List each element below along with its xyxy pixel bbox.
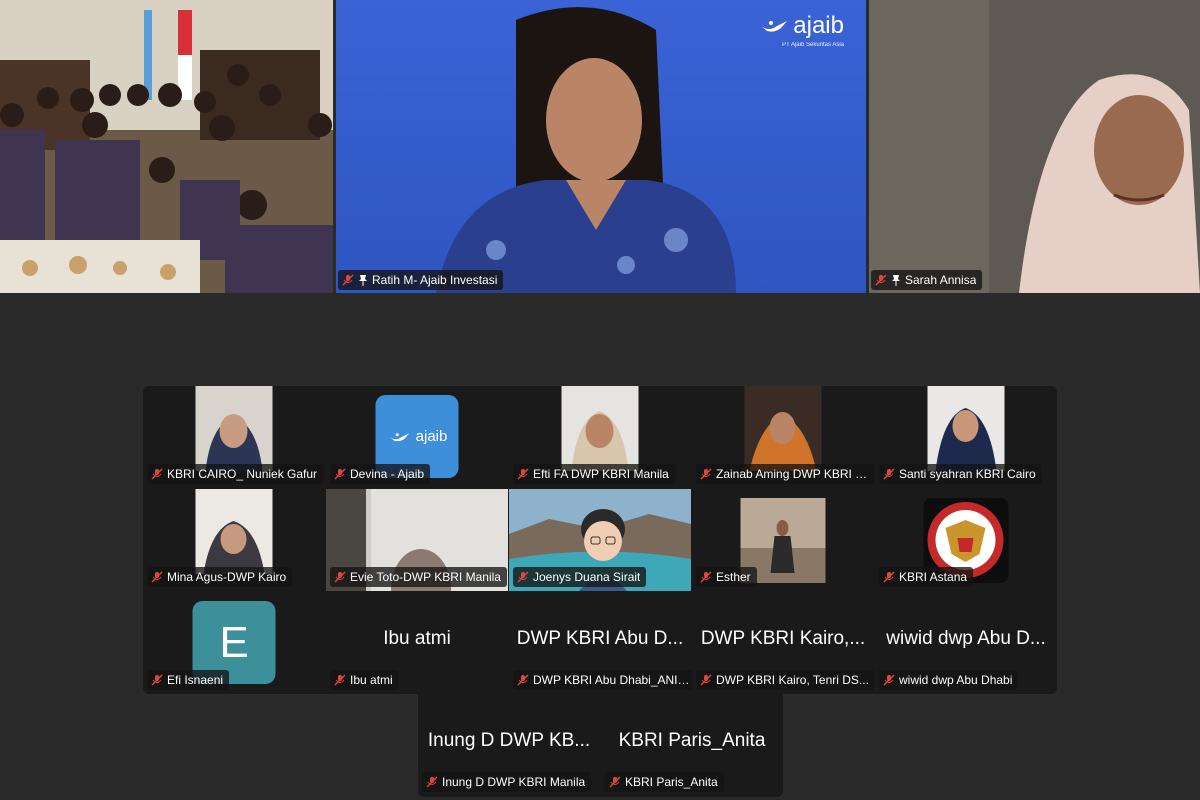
lamp-icon <box>389 432 410 441</box>
participant-name-label: DWP KBRI Abu Dhabi_ANIT... <box>513 670 691 690</box>
mic-muted-icon <box>700 468 712 480</box>
mic-muted-icon <box>151 571 163 583</box>
mic-muted-icon <box>517 571 529 583</box>
participant-name-label: wiwid dwp Abu Dhabi <box>879 670 1019 690</box>
participant-gallery: KBRI CAIRO_ Nuniek Gafur ajaib Devina - … <box>143 386 1057 694</box>
participant-tile[interactable]: DWP KBRI Abu D... DWP KBRI Abu Dhabi_ANI… <box>509 592 691 694</box>
participant-display-name: Ibu atmi <box>383 628 451 649</box>
mic-muted-icon <box>883 674 895 686</box>
participant-tile[interactable]: Evie Toto-DWP KBRI Manila <box>326 489 508 591</box>
mic-muted-icon <box>334 674 346 686</box>
participant-video-thumb <box>744 386 822 471</box>
ajaib-brand-logo: ajaib PT Ajaib Sekuritas Asia <box>759 12 844 48</box>
participant-name-label: DWP KBRI Kairo, Tenri DS... <box>696 670 874 690</box>
participant-name-label: KBRI Astana <box>879 567 974 587</box>
brand-name-text: ajaib <box>793 12 844 39</box>
mic-muted-icon <box>883 571 895 583</box>
participant-name-label: Inung D DWP KBRI Manila <box>422 772 592 792</box>
mic-muted-icon <box>151 468 163 480</box>
participant-display-name: Inung D DWP KB... <box>427 730 591 751</box>
participant-tile[interactable]: Joenys Duana Sirait <box>509 489 691 591</box>
participant-video-thumb <box>195 489 273 574</box>
participant-name-label: Evie Toto-DWP KBRI Manila <box>330 567 507 587</box>
mic-muted-icon <box>334 468 346 480</box>
participant-name-label: Mina Agus-DWP Kairo <box>147 567 293 587</box>
lamp-icon <box>761 21 788 32</box>
participant-name-label: Joenys Duana Sirait <box>513 567 647 587</box>
group-video-feed <box>0 0 333 293</box>
participant-display-name: DWP KBRI Abu D... <box>516 628 684 649</box>
participant-tile[interactable]: wiwid dwp Abu D... wiwid dwp Abu Dhabi <box>875 592 1057 694</box>
mic-muted-icon <box>609 776 621 788</box>
mic-muted-icon <box>700 674 712 686</box>
participant-name-label: Efi Isnaeni <box>147 670 230 690</box>
participant-name-label: KBRI Paris_Anita <box>605 772 724 792</box>
participant-name-label: Efti FA DWP KBRI Manila <box>513 464 675 484</box>
mic-muted-icon <box>426 776 438 788</box>
mic-muted-icon <box>334 571 346 583</box>
mic-muted-icon <box>700 571 712 583</box>
participant-video-thumb <box>927 386 1005 471</box>
participant-gallery-overflow: Inung D DWP KB... Inung D DWP KBRI Manil… <box>418 694 783 797</box>
participant-tile[interactable]: Efti FA DWP KBRI Manila <box>509 386 691 488</box>
participant-tile[interactable]: KBRI Astana <box>875 489 1057 591</box>
pin-icon <box>892 275 900 286</box>
participant-tile[interactable]: ajaib Devina - Ajaib <box>326 386 508 488</box>
video-tile-sarah[interactable]: Sarah Annisa <box>869 0 1200 293</box>
participant-display-name: KBRI Paris_Anita <box>618 730 766 751</box>
participant-tile[interactable]: KBRI Paris_Anita KBRI Paris_Anita <box>601 694 783 796</box>
mic-muted-icon <box>342 274 354 286</box>
participant-tile[interactable]: KBRI CAIRO_ Nuniek Gafur <box>143 386 325 488</box>
participant-name-label: Ibu atmi <box>330 670 399 690</box>
participant-name-label: Esther <box>696 567 757 587</box>
participant-name-label: Ratih M- Ajaib Investasi <box>338 270 504 290</box>
mic-muted-icon <box>517 674 529 686</box>
mic-muted-icon <box>875 274 887 286</box>
participant-name-label: Zainab Aming DWP KBRI K... <box>696 464 874 484</box>
participant-tile[interactable]: DWP KBRI Kairo,... DWP KBRI Kairo, Tenri… <box>692 592 874 694</box>
participant-tile[interactable]: Esther <box>692 489 874 591</box>
participant-tile[interactable]: Ibu atmi Ibu atmi <box>326 592 508 694</box>
sarah-video-feed <box>869 0 1200 293</box>
participant-video-thumb <box>195 386 273 471</box>
video-tile-group[interactable] <box>0 0 333 293</box>
mic-muted-icon <box>883 468 895 480</box>
participant-tile[interactable]: E Efi Isnaeni <box>143 592 325 694</box>
brand-subtitle: PT Ajaib Sekuritas Asia <box>782 42 844 48</box>
participant-name-label: KBRI CAIRO_ Nuniek Gafur <box>147 464 324 484</box>
mic-muted-icon <box>517 468 529 480</box>
participant-video-thumb <box>561 386 639 471</box>
participant-tile[interactable]: Inung D DWP KB... Inung D DWP KBRI Manil… <box>418 694 600 796</box>
video-tile-ratih[interactable]: ajaib PT Ajaib Sekuritas Asia Ratih M- A… <box>336 0 866 293</box>
mic-muted-icon <box>151 674 163 686</box>
participant-tile[interactable]: Zainab Aming DWP KBRI K... <box>692 386 874 488</box>
participant-tile[interactable]: Santi syahran KBRI Cairo <box>875 386 1057 488</box>
participant-display-name: wiwid dwp Abu D... <box>886 628 1046 649</box>
participant-display-name: DWP KBRI Kairo,... <box>700 628 866 649</box>
participant-name-label: Devina - Ajaib <box>330 464 431 484</box>
pin-icon <box>359 275 367 286</box>
participant-name-label: Sarah Annisa <box>871 270 983 290</box>
participant-tile[interactable]: Mina Agus-DWP Kairo <box>143 489 325 591</box>
participant-name-label: Santi syahran KBRI Cairo <box>879 464 1042 484</box>
